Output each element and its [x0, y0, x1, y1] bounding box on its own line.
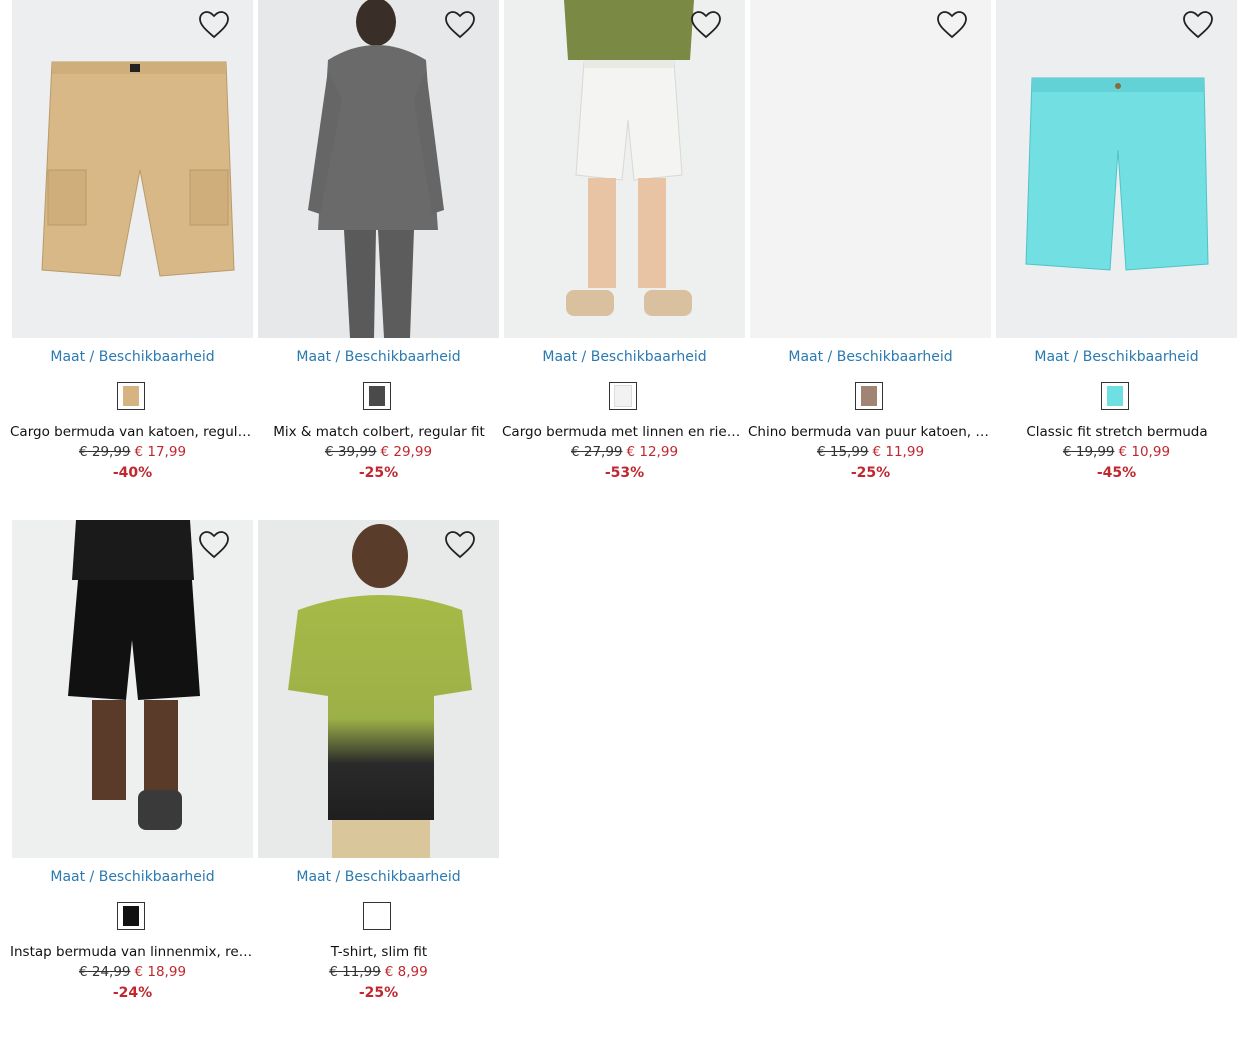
sale-price: € 12,99	[626, 444, 679, 460]
favorite-heart-icon[interactable]	[690, 10, 722, 40]
favorite-heart-icon[interactable]	[444, 530, 476, 560]
product-card[interactable]: Maat / Beschikbaarheid Cargo bermuda met…	[492, 0, 748, 500]
old-price: € 11,99	[329, 964, 381, 980]
product-price: € 39,99 € 29,99	[246, 444, 511, 460]
color-swatch[interactable]	[363, 382, 391, 410]
product-price: € 15,99 € 11,99	[738, 444, 1003, 460]
color-swatch[interactable]	[855, 382, 883, 410]
product-card[interactable]: Maat / Beschikbaarheid Cargo bermuda van…	[0, 0, 256, 500]
product-card[interactable]: Maat / Beschikbaarheid Chino bermuda van…	[738, 0, 994, 500]
favorite-heart-icon[interactable]	[198, 530, 230, 560]
color-swatch[interactable]	[609, 382, 637, 410]
swatch-fill	[369, 386, 385, 406]
blank-placeholder-image	[750, 0, 991, 338]
swatch-fill	[614, 385, 632, 407]
size-availability-link[interactable]: Maat / Beschikbaarheid	[246, 869, 511, 885]
discount-badge: -40%	[112, 465, 153, 481]
product-price: € 11,99 € 8,99	[246, 964, 511, 980]
swatch-fill	[861, 386, 877, 406]
sale-price: € 17,99	[134, 444, 187, 460]
old-price: € 24,99	[78, 964, 131, 980]
favorite-heart-icon[interactable]	[936, 10, 968, 40]
color-swatch[interactable]	[117, 902, 145, 930]
discount-badge: -25%	[358, 465, 399, 481]
swatch-fill	[369, 906, 385, 926]
product-image[interactable]	[258, 0, 499, 338]
product-title[interactable]: Classic fit stretch bermuda	[994, 424, 1240, 440]
size-availability-link[interactable]: Maat / Beschikbaarheid	[0, 349, 265, 365]
product-grid: Maat / Beschikbaarheid Cargo bermuda van…	[0, 0, 1250, 1041]
product-title[interactable]: Chino bermuda van puur katoen, regular f…	[748, 424, 994, 440]
product-title[interactable]: Cargo bermuda met linnen en riem, regula…	[502, 424, 748, 440]
grey-blazer-model-image	[258, 0, 499, 338]
sale-price: € 29,99	[380, 444, 433, 460]
product-image[interactable]	[750, 0, 991, 338]
color-swatch[interactable]	[363, 902, 391, 930]
old-price: € 19,99	[1062, 444, 1115, 460]
black-shorts-model-image	[12, 520, 253, 858]
size-availability-link[interactable]: Maat / Beschikbaarheid	[0, 869, 265, 885]
product-image[interactable]	[504, 0, 745, 338]
sale-price: € 8,99	[384, 964, 428, 980]
product-price: € 27,99 € 12,99	[492, 444, 757, 460]
size-availability-link[interactable]: Maat / Beschikbaarheid	[738, 349, 1003, 365]
discount-badge: -45%	[1096, 465, 1137, 481]
favorite-heart-icon[interactable]	[444, 10, 476, 40]
old-price: € 39,99	[324, 444, 377, 460]
old-price: € 15,99	[816, 444, 869, 460]
color-swatch[interactable]	[117, 382, 145, 410]
product-price: € 24,99 € 18,99	[0, 964, 265, 980]
product-title[interactable]: T-shirt, slim fit	[256, 944, 502, 960]
turquoise-shorts-image	[996, 0, 1237, 338]
swatch-fill	[1107, 386, 1123, 406]
product-card[interactable]: Maat / Beschikbaarheid T-shirt, slim fit…	[246, 520, 499, 1020]
size-availability-link[interactable]: Maat / Beschikbaarheid	[984, 349, 1249, 365]
product-image[interactable]	[12, 0, 253, 338]
old-price: € 27,99	[570, 444, 623, 460]
old-price: € 29,99	[78, 444, 131, 460]
swatch-fill	[123, 386, 139, 406]
discount-badge: -24%	[112, 985, 153, 1001]
size-availability-link[interactable]: Maat / Beschikbaarheid	[492, 349, 757, 365]
white-shorts-model-image	[504, 0, 745, 338]
discount-badge: -25%	[850, 465, 891, 481]
sale-price: € 11,99	[872, 444, 925, 460]
color-swatch[interactable]	[1101, 382, 1129, 410]
product-image[interactable]	[12, 520, 253, 858]
discount-badge: -25%	[358, 985, 399, 1001]
green-tshirt-model-image	[258, 520, 499, 858]
product-title[interactable]: Cargo bermuda van katoen, regular fit	[10, 424, 256, 440]
discount-badge: -53%	[604, 465, 645, 481]
product-title[interactable]: Mix & match colbert, regular fit	[256, 424, 502, 440]
sale-price: € 10,99	[1118, 444, 1171, 460]
swatch-fill	[123, 906, 139, 926]
product-title[interactable]: Instap bermuda van linnenmix, regular fi…	[10, 944, 256, 960]
product-image[interactable]	[996, 0, 1237, 338]
product-price: € 29,99 € 17,99	[0, 444, 265, 460]
product-card[interactable]: Maat / Beschikbaarheid Mix & match colbe…	[246, 0, 499, 500]
sale-price: € 18,99	[134, 964, 187, 980]
product-card[interactable]: Maat / Beschikbaarheid Instap bermuda va…	[0, 520, 256, 1020]
beige-cargo-shorts-image	[12, 0, 253, 338]
product-image[interactable]	[258, 520, 499, 858]
size-availability-link[interactable]: Maat / Beschikbaarheid	[246, 349, 511, 365]
product-price: € 19,99 € 10,99	[984, 444, 1249, 460]
product-card[interactable]: Maat / Beschikbaarheid Classic fit stret…	[984, 0, 1237, 500]
favorite-heart-icon[interactable]	[1182, 10, 1214, 40]
favorite-heart-icon[interactable]	[198, 10, 230, 40]
